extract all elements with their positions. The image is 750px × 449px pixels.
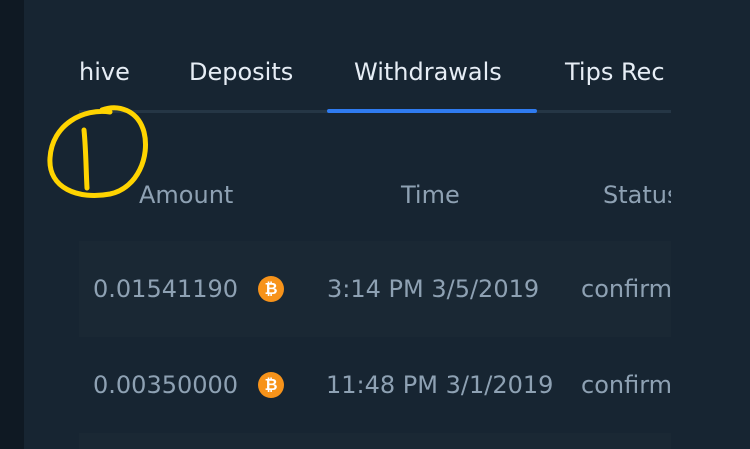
tab-archive[interactable]: hive — [79, 52, 130, 92]
table-row-partial — [79, 433, 671, 449]
table-row[interactable]: 0.00350000 ₿ 11:48 PM 3/1/2019 confirm — [79, 337, 671, 433]
tab-deposits[interactable]: Deposits — [189, 52, 293, 92]
time-cell: 3:14 PM 3/5/2019 — [327, 275, 540, 303]
app-window: hive Deposits Withdrawals Tips Rec Amoun… — [0, 0, 750, 449]
table-header: Amount Time Status — [79, 170, 671, 220]
left-edge-strip — [0, 0, 24, 449]
history-tabs: hive Deposits Withdrawals Tips Rec — [79, 0, 671, 120]
amount-cell: 0.01541190 — [93, 275, 239, 303]
table-row[interactable]: 0.01541190 ₿ 3:14 PM 3/5/2019 confirm — [79, 241, 671, 337]
time-cell: 11:48 PM 3/1/2019 — [326, 371, 554, 399]
column-header-status[interactable]: Status — [603, 170, 671, 220]
status-cell: confirm — [581, 371, 671, 399]
column-header-time[interactable]: Time — [401, 170, 460, 220]
amount-cell: 0.00350000 — [93, 371, 239, 399]
bitcoin-icon: ₿ — [258, 372, 284, 398]
active-tab-indicator — [327, 109, 537, 113]
tab-withdrawals[interactable]: Withdrawals — [354, 52, 502, 92]
bitcoin-icon: ₿ — [258, 276, 284, 302]
column-header-amount[interactable]: Amount — [139, 170, 233, 220]
tab-tips-received[interactable]: Tips Rec — [565, 52, 665, 92]
status-cell: confirm — [581, 275, 671, 303]
